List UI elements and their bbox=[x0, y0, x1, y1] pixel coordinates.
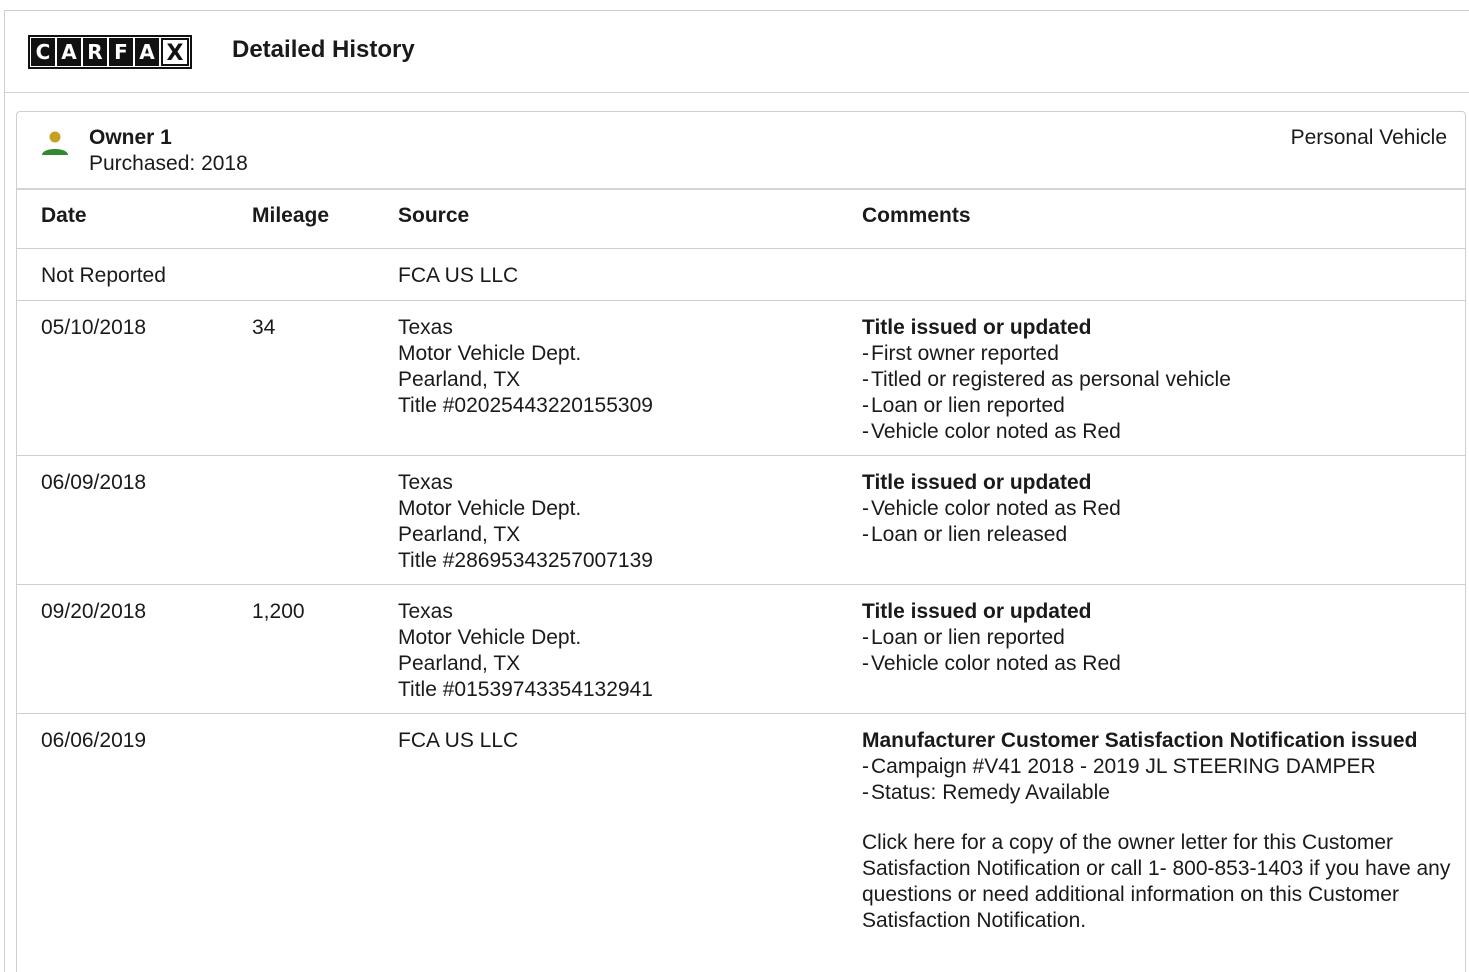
table-row: 06/09/2018 Texas Motor Vehicle Dept. Pearla… bbox=[17, 456, 1465, 585]
header-source: Source bbox=[398, 204, 470, 227]
source-line: Motor Vehicle Dept. bbox=[398, 626, 582, 649]
comment-title: Title issued or updated bbox=[862, 471, 1092, 494]
logo-letter: A bbox=[57, 38, 81, 66]
source-line: Title #02025443220155309 bbox=[398, 394, 653, 417]
source-line: Pearland, TX bbox=[398, 652, 521, 675]
comment-bullet: Loan or lien released bbox=[862, 522, 1452, 548]
row-comments: Manufacturer Customer Satisfaction Notif… bbox=[862, 728, 1452, 934]
row-comments: Title issued or updatedVehicle color not… bbox=[862, 470, 1452, 548]
comment-title: Title issued or updated bbox=[862, 316, 1092, 339]
row-mileage: 1,200 bbox=[252, 600, 305, 623]
owner-purchased: Purchased: 2018 bbox=[89, 152, 248, 175]
row-source: FCA US LLC bbox=[398, 263, 518, 289]
row-source: FCA US LLC bbox=[398, 728, 518, 754]
row-date: 06/06/2019 bbox=[41, 729, 147, 752]
row-comments: Title issued or updatedFirst owner repor… bbox=[862, 315, 1452, 445]
source-line: Title #01539743354132941 bbox=[398, 678, 653, 701]
owner-name: Owner 1 bbox=[89, 126, 172, 149]
table-row: 05/10/2018 34 Texas Motor Vehicle Dept. Pear… bbox=[17, 301, 1465, 456]
row-source: Texas Motor Vehicle Dept. Pearland, TX Titl… bbox=[398, 315, 653, 419]
source-line: Texas bbox=[398, 471, 453, 494]
owner-letter-link[interactable]: Click here for a copy of the owner lette… bbox=[862, 830, 1452, 934]
source-line: Pearland, TX bbox=[398, 523, 521, 546]
header-date: Date bbox=[41, 204, 87, 227]
comment-bullet: Vehicle color noted as Red bbox=[862, 496, 1452, 522]
row-date: 06/09/2018 bbox=[41, 471, 147, 494]
owner-header: Owner 1 Purchased: 2018 Personal Vehicle bbox=[17, 112, 1465, 190]
comment-bullet: Loan or lien reported bbox=[862, 625, 1452, 651]
row-source: Texas Motor Vehicle Dept. Pearland, TX Titl… bbox=[398, 470, 653, 574]
logo-letter: F bbox=[109, 38, 133, 66]
source-line: Motor Vehicle Dept. bbox=[398, 497, 582, 520]
row-date: Not Reported bbox=[41, 264, 166, 287]
table-row: 06/06/2019 FCA US LLC Manufacturer Custome… bbox=[17, 714, 1465, 972]
comment-bullet: Campaign #V41 2018 - 2019 JL STEERING DA… bbox=[862, 754, 1452, 780]
logo-letter: C bbox=[31, 38, 55, 66]
history-table: Date Mileage Source Comments Not Reporte… bbox=[17, 190, 1465, 972]
row-comments: Title issued or updatedLoan or lien repo… bbox=[862, 599, 1452, 677]
table-header: Date Mileage Source Comments bbox=[17, 190, 1465, 249]
comment-bullet: Titled or registered as personal vehicle bbox=[862, 367, 1452, 393]
table-body: Not Reported FCA US LLC 05/10/2018 34 Texas M… bbox=[17, 249, 1465, 972]
logo-letter: A bbox=[135, 38, 159, 66]
logo-letter: X bbox=[161, 38, 189, 66]
header-mileage: Mileage bbox=[252, 204, 330, 227]
comment-title: Manufacturer Customer Satisfaction Notif… bbox=[862, 729, 1418, 752]
comment-bullet: Vehicle color noted as Red bbox=[862, 419, 1452, 445]
source-line: Motor Vehicle Dept. bbox=[398, 342, 582, 365]
row-date: 09/20/2018 bbox=[41, 600, 147, 623]
person-icon bbox=[42, 131, 68, 155]
source-line: Pearland, TX bbox=[398, 368, 521, 391]
comment-bullet: First owner reported bbox=[862, 341, 1452, 367]
carfax-logo: CARFAX bbox=[28, 35, 192, 69]
owner-card: Owner 1 Purchased: 2018 Personal Vehicle… bbox=[16, 111, 1466, 972]
page-title: Detailed History bbox=[232, 36, 415, 63]
comment-bullet: Vehicle color noted as Red bbox=[862, 651, 1452, 677]
row-source: Texas Motor Vehicle Dept. Pearland, TX Titl… bbox=[398, 599, 653, 703]
source-line: Texas bbox=[398, 600, 453, 623]
source-line: Texas bbox=[398, 316, 453, 339]
table-row: Not Reported FCA US LLC bbox=[17, 249, 1465, 301]
header-comments: Comments bbox=[862, 204, 971, 227]
row-mileage: 34 bbox=[252, 316, 276, 339]
source-line: Title #28695343257007139 bbox=[398, 549, 653, 572]
comment-title: Title issued or updated bbox=[862, 600, 1092, 623]
comment-bullet: Status: Remedy Available bbox=[862, 780, 1452, 806]
owner-vehicle-type: Personal Vehicle bbox=[1290, 126, 1447, 149]
row-date: 05/10/2018 bbox=[41, 316, 147, 339]
comment-bullet: Loan or lien reported bbox=[862, 393, 1452, 419]
report-header bbox=[5, 11, 1469, 93]
source-line: FCA US LLC bbox=[398, 264, 519, 287]
source-line: FCA US LLC bbox=[398, 729, 519, 752]
logo-letter: R bbox=[83, 38, 107, 66]
table-row: 09/20/2018 1,200 Texas Motor Vehicle Dept. P… bbox=[17, 585, 1465, 714]
